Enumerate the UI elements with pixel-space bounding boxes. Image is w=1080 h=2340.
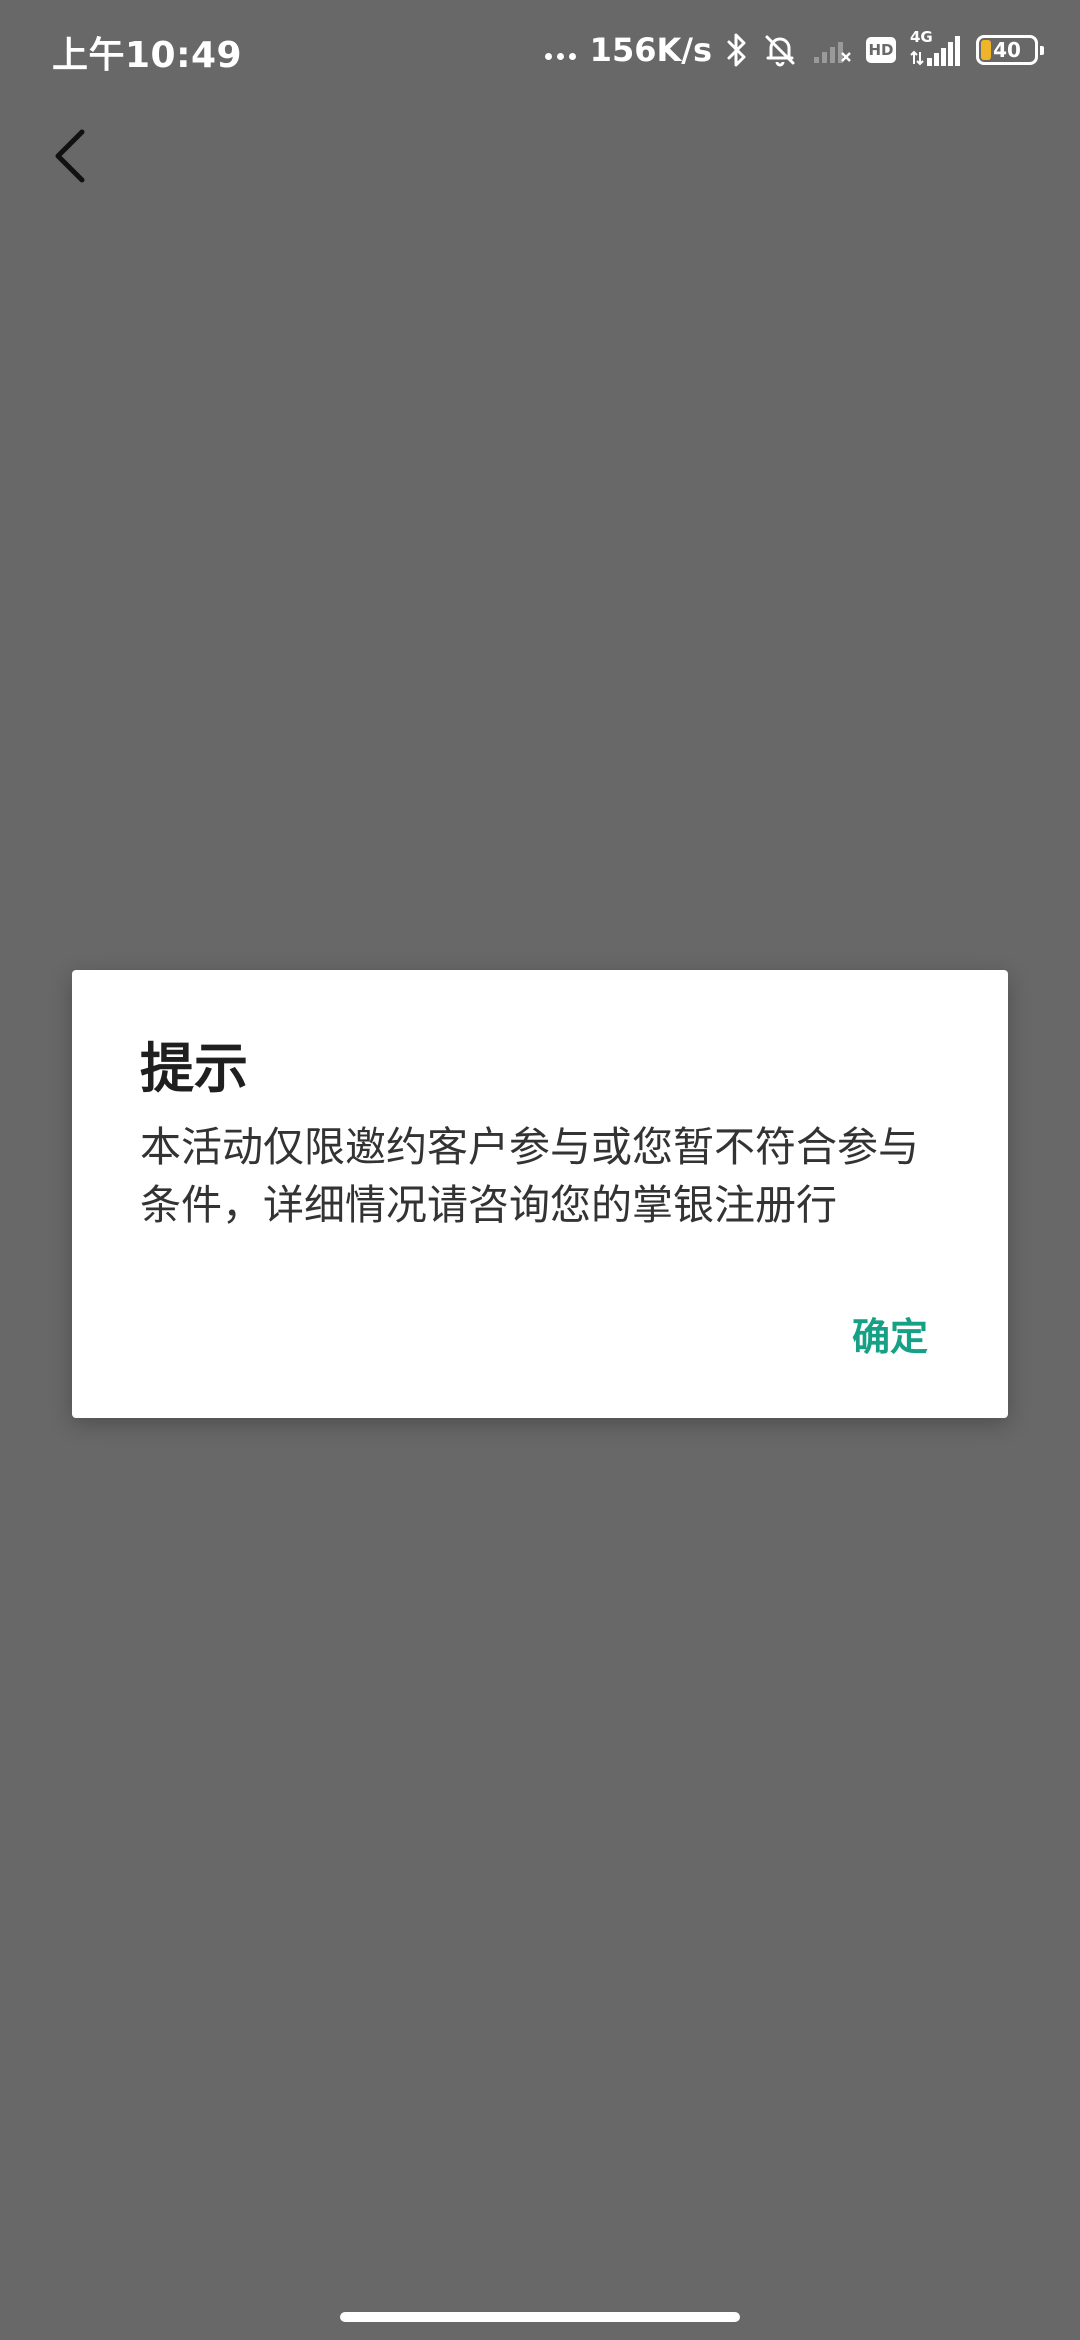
confirm-button[interactable]: 确定 [852,1306,928,1361]
signal-icon: 4G [910,28,962,70]
dialog-message: 本活动仅限邀约客户参与或您暂不符合参与条件，详细情况请咨询您的掌银注册行 [140,1123,919,1229]
network-speed: 156K/s [589,31,712,69]
dialog-title: 提示 [140,1037,248,1100]
status-icons: 156K/s HD 4G 40 [544,22,1044,78]
home-indicator[interactable] [340,2312,740,2322]
signal-off-icon [814,42,851,63]
bell-off-icon [765,35,795,67]
bluetooth-icon [727,33,746,67]
screen: 上午10:49 156K/s HD 4G 40 提示 本活动仅限邀约客户参与或您… [0,0,1080,2340]
battery-level: 40 [993,38,1021,62]
status-time: 上午10:49 [52,35,243,76]
more-notifications-icon [544,52,576,60]
hd-badge: HD [866,37,896,63]
alert-dialog: 提示 本活动仅限邀约客户参与或您暂不符合参与条件，详细情况请咨询您的掌银注册行 … [72,970,1008,1418]
status-bar: 上午10:49 156K/s HD 4G 40 [0,0,1080,100]
chevron-left-icon [55,129,85,183]
back-button[interactable] [40,124,100,188]
battery-icon: 40 [976,35,1044,65]
